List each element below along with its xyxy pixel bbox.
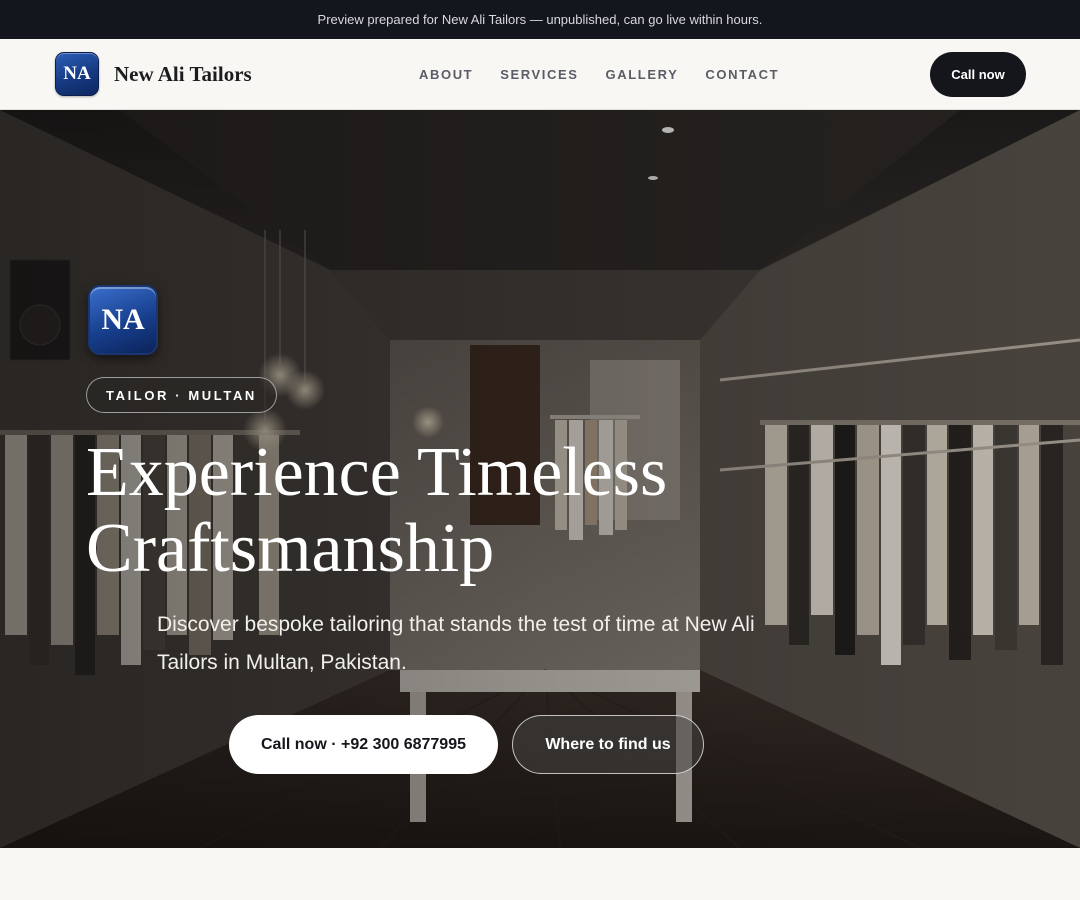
hero-title-line-2: Craftsmanship xyxy=(86,510,495,587)
hero-logo-badge: NA xyxy=(88,285,158,355)
nav-about[interactable]: ABOUT xyxy=(419,67,473,82)
site-header: NA New Ali Tailors ABOUT SERVICES GALLER… xyxy=(0,39,1080,110)
hero-logo-monogram: NA xyxy=(101,303,145,336)
main-nav: ABOUT SERVICES GALLERY CONTACT xyxy=(419,39,779,109)
preview-banner: Preview prepared for New Ali Tailors — u… xyxy=(0,0,1080,39)
nav-contact[interactable]: CONTACT xyxy=(705,67,779,82)
hero-subtitle: Discover bespoke tailoring that stands t… xyxy=(157,613,755,674)
hero-title: Experience Timeless Craftsmanship xyxy=(86,435,846,587)
preview-banner-text: Preview prepared for New Ali Tailors — u… xyxy=(317,12,763,27)
header-call-button[interactable]: Call now xyxy=(930,52,1026,97)
logo-monogram: NA xyxy=(63,63,91,84)
hero-title-line-1: Experience Timeless xyxy=(86,434,668,511)
nav-services[interactable]: SERVICES xyxy=(500,67,578,82)
hero-category-tag: TAILOR · MULTAN xyxy=(86,377,277,413)
hero-call-button[interactable]: Call now · +92 300 6877995 xyxy=(229,715,498,774)
logo-badge: NA xyxy=(55,52,99,96)
brand-link[interactable]: NA New Ali Tailors xyxy=(55,52,252,96)
hero-location-button[interactable]: Where to find us xyxy=(512,715,704,774)
brand-name: New Ali Tailors xyxy=(114,61,252,86)
nav-gallery[interactable]: GALLERY xyxy=(606,67,679,82)
hero-section: NA TAILOR · MULTAN Experience Timeless C… xyxy=(0,110,1080,848)
